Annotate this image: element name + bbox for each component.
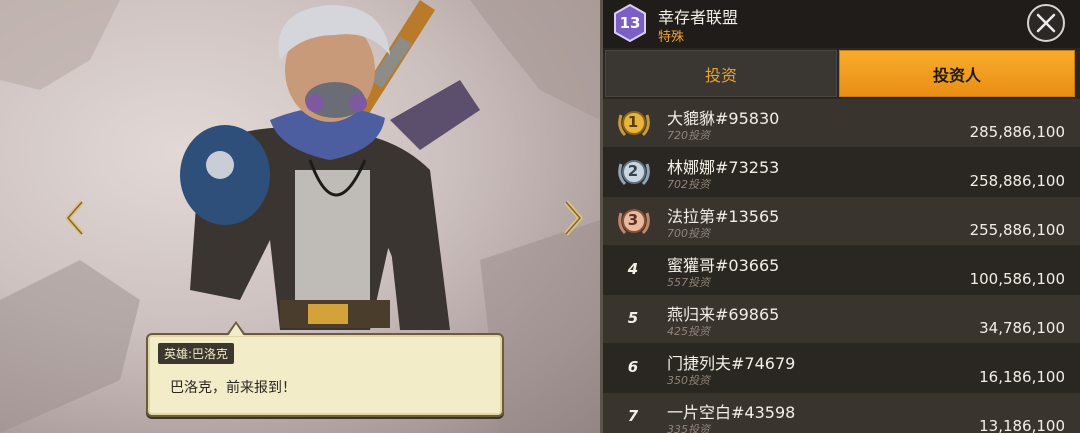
investor-name: 燕归来#69865 [667, 305, 780, 324]
rank-number: 6 [627, 358, 639, 376]
dialog-text: 巴洛克，前来报到！ [170, 380, 296, 396]
investor-row[interactable]: 2 林娜娜#73253 702投资 258,886,100 [603, 148, 1080, 196]
tab-invest[interactable]: 投资 [605, 50, 837, 97]
investor-name: 一片空白#43598 [667, 403, 796, 422]
investor-row[interactable]: 1 大貔貅#95830 720投资 285,886,100 [603, 99, 1080, 147]
close-button[interactable] [1027, 4, 1065, 42]
investor-name: 门捷列夫#74679 [667, 354, 796, 373]
rank-number: 4 [627, 260, 639, 278]
investor-row[interactable]: 6 门捷列夫#74679 350投资 16,186,100 [603, 344, 1080, 392]
investor-name: 法拉第#13565 [667, 207, 780, 226]
investment-amount: 285,886,100 [969, 123, 1065, 141]
investment-amount: 258,886,100 [969, 172, 1065, 190]
panel-tabs: 投资 投资人 [603, 50, 1080, 97]
investor-row[interactable]: 5 燕归来#69865 425投资 34,786,100 [603, 295, 1080, 343]
rank-number: 3 [627, 211, 639, 229]
hero-scene: 英雄:巴洛克 巴洛克，前来报到！ [0, 0, 600, 433]
investment-count: 425投资 [667, 325, 710, 338]
panel-header: 13 幸存者联盟 特殊 [603, 0, 1080, 48]
prev-hero-arrow-icon[interactable] [62, 198, 88, 238]
investment-count: 702投资 [667, 178, 710, 191]
dialog-speaker: 英雄:巴洛克 [158, 343, 235, 364]
investment-count: 720投资 [667, 129, 710, 142]
rank-number: 1 [627, 113, 639, 131]
investment-amount: 16,186,100 [979, 368, 1065, 386]
investor-name: 蜜獾哥#03665 [667, 256, 780, 275]
investment-amount: 13,186,100 [979, 417, 1065, 433]
investment-count: 557投资 [667, 276, 710, 289]
rank-number: 5 [627, 309, 639, 327]
investment-count: 335投资 [667, 423, 710, 433]
alliance-level: 13 [619, 14, 641, 32]
investment-amount: 100,586,100 [969, 270, 1065, 288]
dialog-tail [226, 321, 246, 336]
investor-name: 林娜娜#73253 [667, 158, 780, 177]
alliance-subtitle: 特殊 [658, 30, 685, 45]
investor-row[interactable]: 3 法拉第#13565 700投资 255,886,100 [603, 197, 1080, 245]
investor-panel: 13 幸存者联盟 特殊 投资 投资人 1 大貔貅#95830 720投资 285… [600, 0, 1080, 433]
investment-count: 700投资 [667, 227, 710, 240]
tab-investors[interactable]: 投资人 [839, 50, 1075, 97]
investment-count: 350投资 [667, 374, 710, 387]
rank-number: 7 [627, 407, 639, 425]
rank-number: 2 [627, 162, 639, 180]
hero-dialog-box: 英雄:巴洛克 巴洛克，前来报到！ [146, 321, 504, 417]
investment-amount: 255,886,100 [969, 221, 1065, 239]
alliance-name: 幸存者联盟 [658, 8, 739, 27]
close-icon [1036, 13, 1056, 33]
investment-amount: 34,786,100 [979, 319, 1065, 337]
investor-row[interactable]: 7 一片空白#43598 335投资 13,186,100 [603, 393, 1080, 433]
investor-name: 大貔貅#95830 [667, 109, 780, 128]
next-hero-arrow-icon[interactable] [560, 198, 586, 238]
investor-row[interactable]: 4 蜜獾哥#03665 557投资 100,586,100 [603, 246, 1080, 294]
